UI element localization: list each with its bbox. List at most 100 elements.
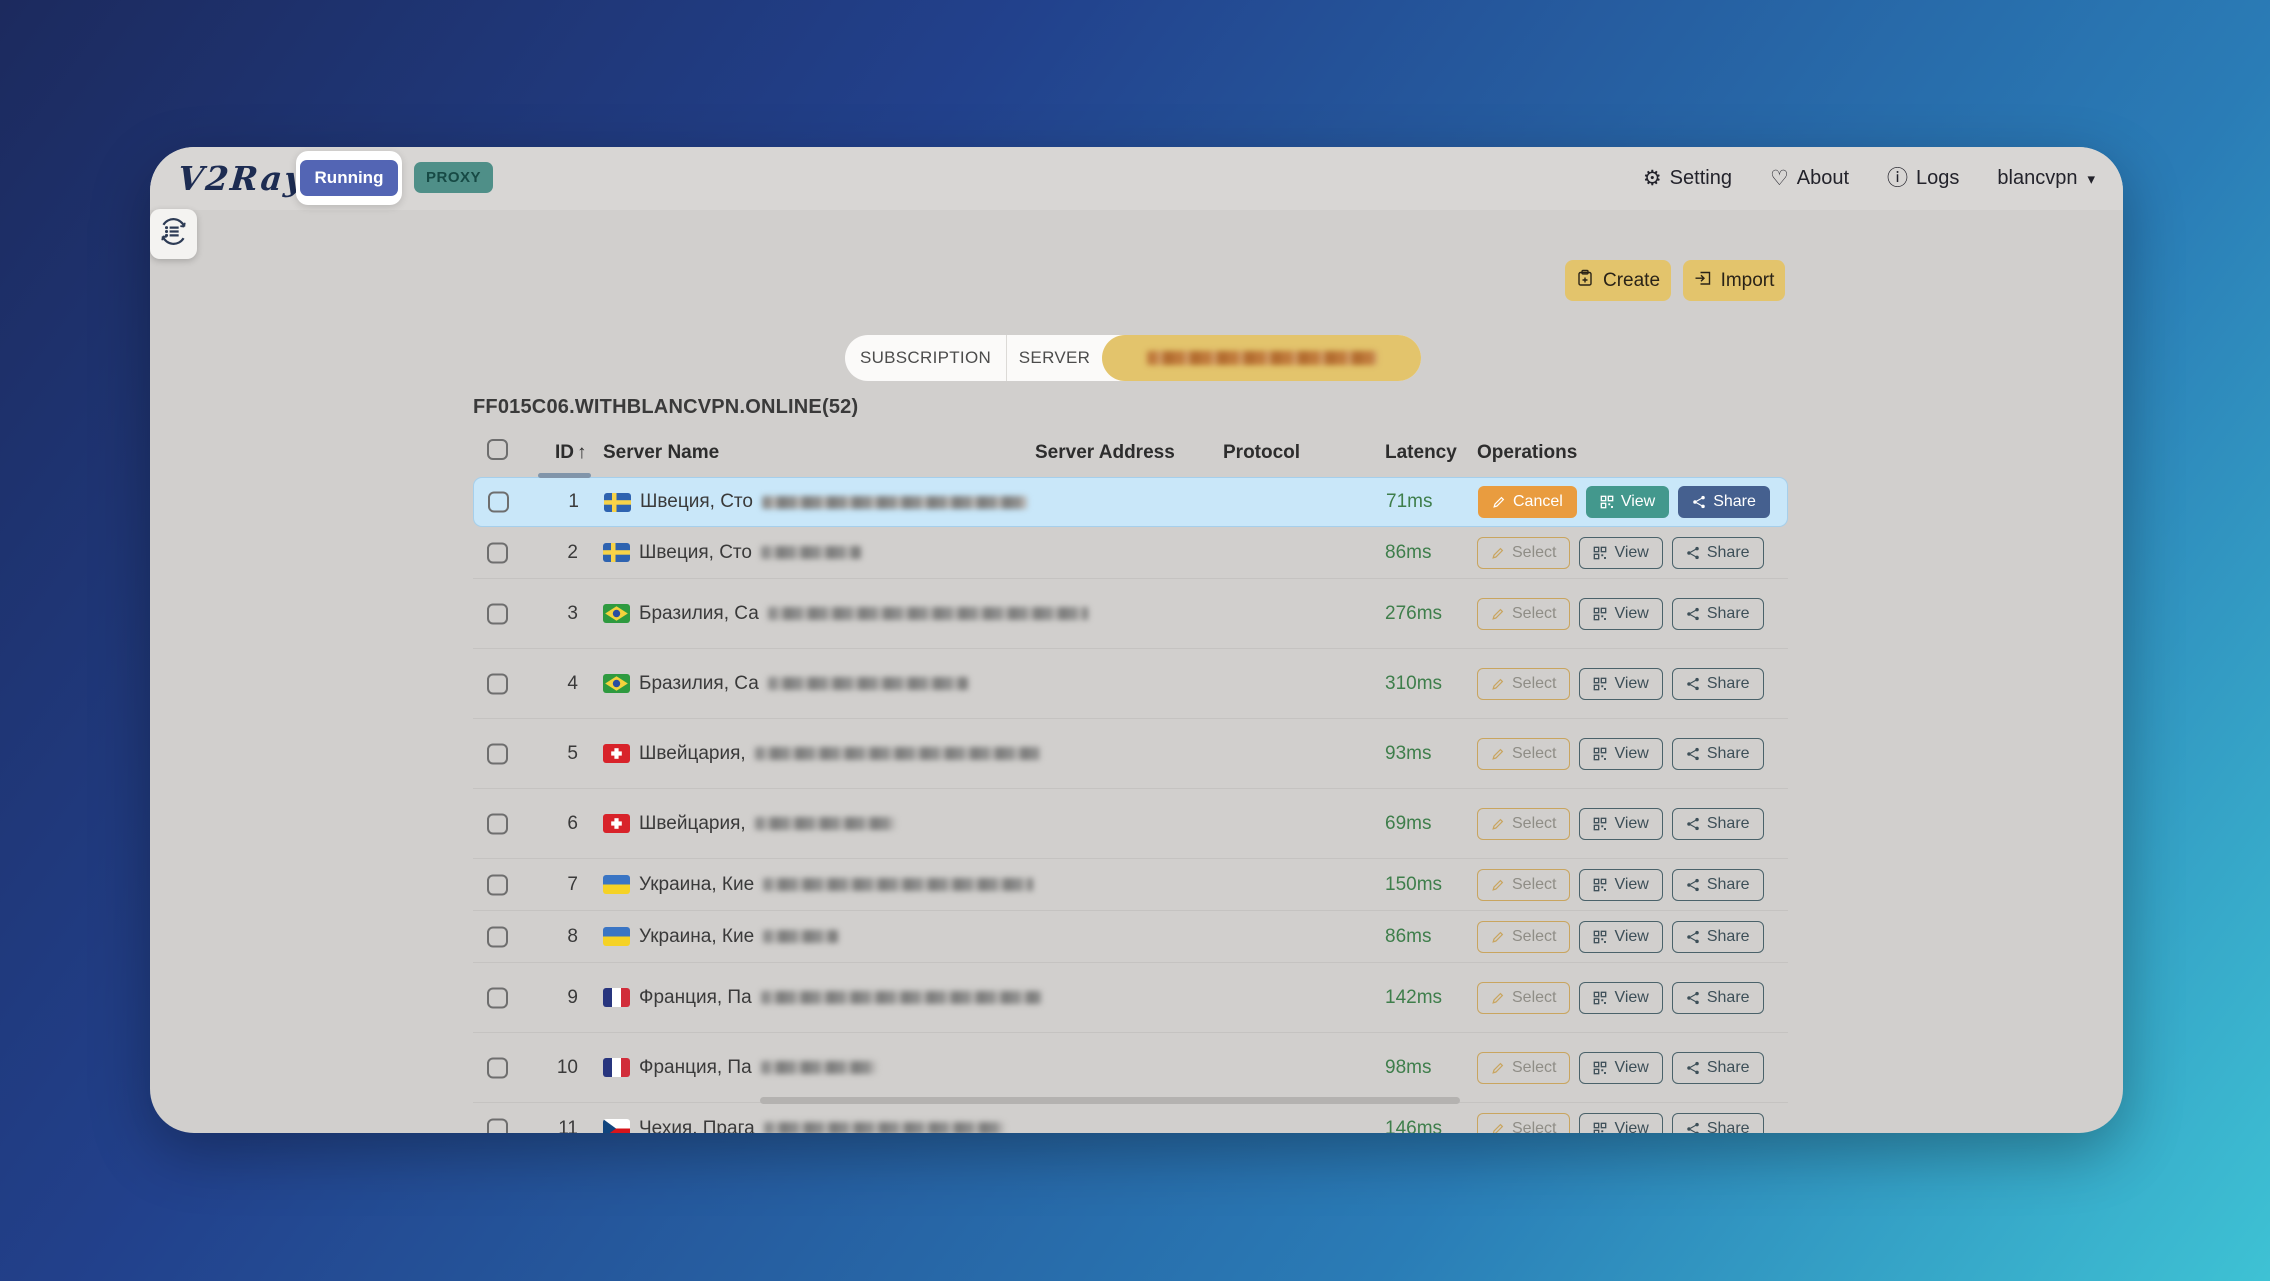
view-button[interactable]: View [1579, 738, 1662, 770]
view-button-label: View [1614, 928, 1648, 946]
redacted-server-address [1035, 687, 1150, 698]
redacted-protocol [1223, 930, 1338, 941]
view-button-label: View [1614, 675, 1648, 693]
view-button[interactable]: View [1579, 982, 1662, 1014]
create-button[interactable]: Create [1565, 260, 1671, 301]
redacted-server-address [1035, 547, 1175, 558]
select-button[interactable]: Select [1477, 738, 1570, 770]
view-button[interactable]: View [1579, 869, 1662, 901]
share-button-label: Share [1713, 493, 1756, 511]
select-all-checkbox[interactable] [487, 439, 508, 460]
share-button[interactable]: Share [1672, 598, 1764, 630]
nav-item-logs[interactable]: ⓘLogs [1887, 167, 1959, 190]
server-row: 10Франция, Па98msSelectViewShare [473, 1033, 1788, 1103]
select-button[interactable]: Select [1477, 668, 1570, 700]
view-button[interactable]: View [1579, 598, 1662, 630]
column-header-protocol[interactable]: Protocol [1223, 442, 1300, 464]
row-checkbox[interactable] [487, 542, 508, 563]
horizontal-scrollbar-thumb[interactable] [760, 1097, 1460, 1104]
share-button[interactable]: Share [1672, 982, 1764, 1014]
qr-code-icon [1593, 546, 1607, 560]
tab-subscription[interactable]: SUBSCRIPTION [845, 335, 1007, 381]
share-nodes-icon [1686, 1061, 1700, 1075]
share-button-label: Share [1707, 605, 1750, 623]
select-button[interactable]: Select [1477, 869, 1570, 901]
nav-item-setting[interactable]: ⚙Setting [1643, 167, 1732, 190]
share-button[interactable]: Share [1672, 921, 1764, 953]
tab-subscription-active[interactable] [1102, 335, 1421, 381]
column-header-server-address[interactable]: Server Address [1035, 442, 1175, 464]
select-button[interactable]: Select [1477, 1113, 1570, 1134]
cancel-button[interactable]: Cancel [1478, 486, 1577, 518]
select-button[interactable]: Select [1477, 537, 1570, 569]
column-header-id[interactable]: ID↑ [555, 442, 587, 464]
column-header-server-name[interactable]: Server Name [603, 442, 719, 464]
view-button[interactable]: View [1579, 808, 1662, 840]
app-window: V2RayA Running PROXY ⚙Setting♡AboutⓘLogs… [150, 147, 2123, 1133]
row-operations: Select View Share [1477, 982, 1764, 1014]
status-badge[interactable]: Running [300, 160, 399, 196]
share-button[interactable]: Share [1678, 486, 1770, 518]
share-button[interactable]: Share [1672, 738, 1764, 770]
view-button[interactable]: View [1579, 1113, 1662, 1134]
nav-item-label: Logs [1916, 167, 1959, 190]
qr-code-icon [1593, 1061, 1607, 1075]
share-button[interactable]: Share [1672, 1113, 1764, 1134]
row-checkbox[interactable] [487, 874, 508, 895]
nav-item-about[interactable]: ♡About [1770, 167, 1849, 190]
status-badge-halo: Running [296, 151, 402, 205]
redacted-server-address [1035, 599, 1090, 610]
row-checkbox[interactable] [488, 492, 509, 513]
share-nodes-icon [1686, 991, 1700, 1005]
flag-ua-icon [603, 927, 630, 946]
select-button-label: Select [1512, 928, 1556, 946]
row-checkbox[interactable] [487, 673, 508, 694]
share-button[interactable]: Share [1672, 537, 1764, 569]
nav-item-blancvpn[interactable]: blancvpn▾ [1997, 167, 2095, 190]
redacted-server-address [1035, 827, 1150, 838]
row-checkbox[interactable] [487, 926, 508, 947]
select-button[interactable]: Select [1477, 921, 1570, 953]
select-button[interactable]: Select [1477, 808, 1570, 840]
share-button-label: Share [1707, 675, 1750, 693]
select-button[interactable]: Select [1477, 598, 1570, 630]
share-button[interactable]: Share [1672, 808, 1764, 840]
proxy-mode-badge[interactable]: PROXY [414, 162, 493, 193]
pencil-icon [1491, 607, 1505, 621]
row-checkbox[interactable] [487, 1118, 508, 1133]
redacted-protocol [1224, 495, 1354, 506]
pencil-icon [1491, 930, 1505, 944]
row-checkbox[interactable] [487, 603, 508, 624]
view-button[interactable]: View [1579, 668, 1662, 700]
select-button[interactable]: Select [1477, 1052, 1570, 1084]
redacted-server-name [762, 496, 1027, 509]
view-button[interactable]: View [1579, 1052, 1662, 1084]
row-checkbox[interactable] [487, 743, 508, 764]
share-button[interactable]: Share [1672, 1052, 1764, 1084]
row-checkbox[interactable] [487, 1057, 508, 1078]
scroll-position-indicator[interactable] [538, 473, 591, 478]
share-button[interactable]: Share [1672, 668, 1764, 700]
import-button[interactable]: Import [1683, 260, 1785, 301]
server-table-body: 1Швеция, Сто71msCancelViewShare2Швеция, … [473, 477, 1788, 1133]
server-country-label: Франция, Па [639, 1057, 752, 1079]
column-header-latency[interactable]: Latency [1385, 442, 1457, 464]
tab-server[interactable]: SERVER [1007, 335, 1102, 381]
row-operations: Select View Share [1477, 808, 1764, 840]
redacted-protocol [1223, 991, 1363, 1002]
view-button[interactable]: View [1586, 486, 1669, 518]
view-button[interactable]: View [1579, 537, 1662, 569]
row-id: 7 [513, 874, 578, 896]
row-id: 4 [513, 673, 578, 695]
row-checkbox[interactable] [487, 813, 508, 834]
select-button-label: Select [1512, 675, 1556, 693]
select-button[interactable]: Select [1477, 982, 1570, 1014]
redacted-server-address [1035, 1053, 1085, 1064]
row-checkbox[interactable] [487, 987, 508, 1008]
drawer-toggle-button[interactable] [150, 209, 197, 259]
view-button[interactable]: View [1579, 921, 1662, 953]
pencil-icon [1491, 817, 1505, 831]
pencil-icon [1491, 677, 1505, 691]
row-operations: Select View Share [1477, 921, 1764, 953]
share-button[interactable]: Share [1672, 869, 1764, 901]
